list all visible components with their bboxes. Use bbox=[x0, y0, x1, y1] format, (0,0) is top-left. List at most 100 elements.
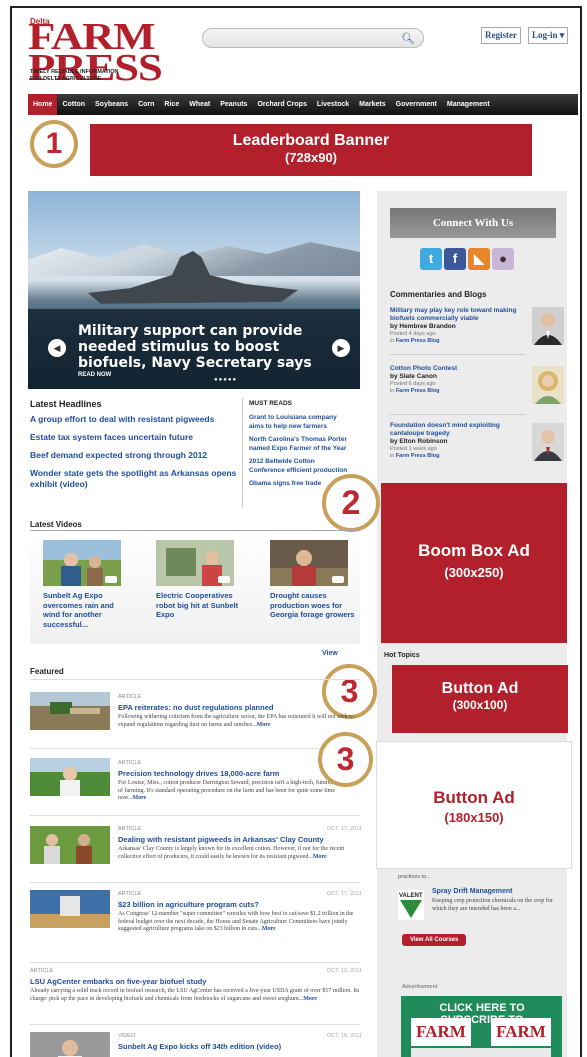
blog-author: by Slate Canon bbox=[390, 373, 437, 380]
tagline-2: FOR DELTA AGRICULTURE bbox=[30, 76, 102, 82]
nav-wheat[interactable]: Wheat bbox=[184, 94, 215, 115]
nav-soybeans[interactable]: Soybeans bbox=[90, 94, 133, 115]
blog-in: in bbox=[390, 388, 395, 394]
must-read-link[interactable]: North Carolina's Thomas Porter named Exp… bbox=[249, 435, 349, 453]
subscribe-logo: FARM bbox=[491, 1018, 551, 1046]
featured-kind: ARTICLE bbox=[118, 760, 142, 766]
nav-cotton[interactable]: Cotton bbox=[57, 94, 90, 115]
video-title[interactable]: Drought causes production woes for Georg… bbox=[270, 591, 360, 620]
featured-link[interactable]: Sunbelt Ag Expo kicks off 34th edition (… bbox=[118, 1042, 358, 1051]
blog-title[interactable]: Foundation doesn't mind exploiting canta… bbox=[390, 422, 525, 438]
course-logo: VALENT bbox=[398, 890, 424, 920]
search-icon[interactable]: 🔍︎ bbox=[401, 32, 415, 45]
leaderboard-badge: 1 bbox=[30, 120, 78, 168]
headline-link[interactable]: Estate tax system faces uncertain future bbox=[30, 432, 240, 443]
subscribe-magazines bbox=[411, 1048, 551, 1057]
divider bbox=[30, 1024, 360, 1025]
hero-read-now[interactable]: READ NOW bbox=[78, 372, 111, 378]
nav-livestock[interactable]: Livestock bbox=[312, 94, 354, 115]
more-link[interactable]: More bbox=[303, 996, 317, 1002]
video-title[interactable]: Sunbelt Ag Expo overcomes rain and wind … bbox=[43, 591, 133, 629]
hero-next-button[interactable]: ▶ bbox=[332, 339, 350, 357]
divider bbox=[390, 354, 525, 355]
featured-link[interactable]: EPA reiterates: no dust regulations plan… bbox=[118, 703, 358, 712]
leaderboard-ad-title: Leaderboard Banner bbox=[232, 132, 390, 149]
featured-link[interactable]: LSU AgCenter embarks on five-year biofue… bbox=[30, 977, 350, 986]
tagline-1: TIMELY RELIABLE INFORMATION bbox=[30, 69, 119, 75]
featured-thumbnail[interactable] bbox=[30, 890, 110, 928]
featured-thumbnail[interactable] bbox=[30, 826, 110, 864]
facebook-icon[interactable]: f bbox=[444, 248, 466, 270]
view-all-videos-link[interactable]: View bbox=[322, 650, 338, 657]
nav-peanuts[interactable]: Peanuts bbox=[215, 94, 252, 115]
hero-slider[interactable]: Military support can provide needed stim… bbox=[28, 191, 360, 389]
boombox-ad[interactable]: Boom Box Ad (300x250) bbox=[381, 483, 567, 643]
rss-icon[interactable]: ◣ bbox=[468, 248, 490, 270]
register-button[interactable]: Register bbox=[481, 27, 521, 44]
podcast-icon[interactable]: ● bbox=[492, 248, 514, 270]
featured-thumbnail[interactable] bbox=[30, 692, 110, 730]
hero-pagination[interactable]: ●●●●● bbox=[214, 377, 237, 383]
nav-government[interactable]: Government bbox=[391, 94, 442, 115]
nav-corn[interactable]: Corn bbox=[133, 94, 159, 115]
button-ad-180x150[interactable]: Button Ad (180x150) bbox=[376, 741, 572, 869]
blog-link[interactable]: Farm Press Blog bbox=[396, 338, 440, 344]
search-input[interactable] bbox=[202, 28, 424, 48]
blog-title[interactable]: Military may play key role toward making… bbox=[390, 307, 525, 323]
boombox-badge: 2 bbox=[322, 474, 380, 532]
blog-item[interactable]: Military may play key role toward making… bbox=[390, 307, 525, 345]
login-button[interactable]: Log-in ▾ bbox=[528, 27, 569, 44]
divider bbox=[30, 882, 360, 883]
course-title[interactable]: Spray Drift Management bbox=[432, 888, 513, 896]
video-thumbnail[interactable] bbox=[270, 540, 348, 586]
must-read-link[interactable]: 2012 Beltwide Cotton Conference efficien… bbox=[249, 457, 349, 475]
more-link[interactable]: More bbox=[313, 854, 327, 860]
more-link[interactable]: More bbox=[257, 722, 271, 728]
twitter-icon[interactable]: t bbox=[420, 248, 442, 270]
featured-kind: VIDEO bbox=[118, 1033, 136, 1039]
blog-item[interactable]: Cotton Photo Contest by Slate Canon Post… bbox=[390, 365, 525, 395]
featured-thumbnail[interactable] bbox=[30, 758, 110, 796]
hero-prev-button[interactable]: ◀ bbox=[48, 339, 66, 357]
blog-author: by Hembree Brandon bbox=[390, 323, 456, 330]
hero-headline[interactable]: Military support can provide needed stim… bbox=[78, 323, 318, 371]
video-thumbnail[interactable] bbox=[156, 540, 234, 586]
blog-item[interactable]: Foundation doesn't mind exploiting canta… bbox=[390, 422, 525, 460]
featured-kind: ARTICLE bbox=[118, 891, 142, 897]
more-link[interactable]: More bbox=[132, 795, 146, 801]
blog-title[interactable]: Cotton Photo Contest bbox=[390, 365, 525, 373]
author-photo bbox=[532, 307, 564, 345]
advertisement-label: Advertisement bbox=[402, 984, 438, 990]
divider bbox=[30, 962, 360, 963]
blog-link[interactable]: Farm Press Blog bbox=[396, 453, 440, 459]
must-read-link[interactable]: Grant to Louisiana company aims to help … bbox=[249, 413, 349, 431]
button-ad-300x100[interactable]: Button Ad (300x100) bbox=[392, 665, 568, 733]
blog-link[interactable]: Farm Press Blog bbox=[396, 388, 440, 394]
video-thumbnail[interactable] bbox=[43, 540, 121, 586]
view-all-courses-button[interactable]: View All Courses bbox=[402, 934, 467, 946]
connect-with-us: Connect With Us bbox=[390, 208, 556, 238]
nav-rice[interactable]: Rice bbox=[159, 94, 184, 115]
video-title[interactable]: Electric Cooperatives robot big hit at S… bbox=[156, 591, 246, 620]
headline-link[interactable]: Wonder state gets the spotlight as Arkan… bbox=[30, 468, 240, 490]
headline-link[interactable]: A group effort to deal with resistant pi… bbox=[30, 414, 240, 425]
featured-link[interactable]: $23 billion in agriculture program cuts? bbox=[118, 900, 358, 909]
leaderboard-ad[interactable]: Leaderboard Banner (728x90) bbox=[90, 124, 532, 176]
course-snippet: practices to... bbox=[398, 874, 431, 880]
divider bbox=[30, 748, 360, 749]
subscribe-ad[interactable]: CLICK HERE TO SUBSCRIBE TO FARM FARM bbox=[401, 996, 562, 1057]
latest-videos-title: Latest Videos bbox=[30, 520, 82, 529]
nav-management[interactable]: Management bbox=[442, 94, 495, 115]
divider bbox=[242, 398, 243, 508]
featured-date: OCT. 18, 2011 bbox=[326, 968, 362, 974]
featured-thumbnail[interactable] bbox=[30, 1032, 110, 1057]
nav-home[interactable]: Home bbox=[28, 94, 58, 115]
nav-orchard-crops[interactable]: Orchard Crops bbox=[252, 94, 311, 115]
button-ad-title: Button Ad bbox=[441, 680, 519, 697]
headline-link[interactable]: Beef demand expected strong through 2012 bbox=[30, 450, 240, 461]
must-reads-title: MUST READS bbox=[249, 400, 292, 407]
featured-link[interactable]: Dealing with resistant pigweeds in Arkan… bbox=[118, 835, 358, 844]
nav-markets[interactable]: Markets bbox=[354, 94, 390, 115]
main-nav: Home Cotton Soybeans Corn Rice Wheat Pea… bbox=[28, 94, 578, 115]
more-link[interactable]: More bbox=[262, 926, 276, 932]
